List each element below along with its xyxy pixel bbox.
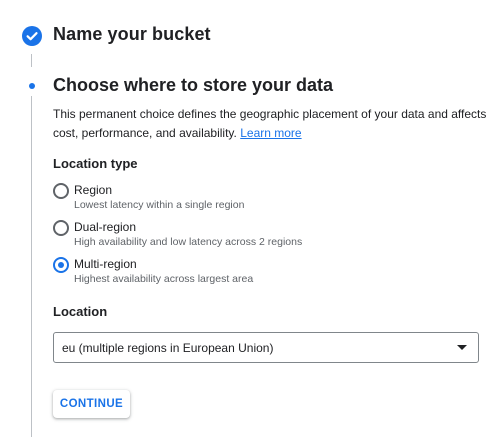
radio-button-region[interactable] [53, 183, 69, 199]
radio-sublabel-multi-region: Highest availability across largest area [74, 273, 254, 285]
active-step-dot [29, 83, 35, 89]
radio-sublabel-region: Lowest latency within a single region [74, 199, 245, 211]
radio-label-multi-region: Multi-region [74, 257, 137, 271]
step-storage-location-title: Choose where to store your data [53, 75, 334, 95]
radio-button-dual-region[interactable] [53, 220, 69, 236]
radio-label-dual-region: Dual-region [74, 220, 137, 234]
continue-button[interactable]: CONTINUE [53, 390, 130, 418]
create-bucket-stepper: Name your bucket Choose where to store y… [0, 0, 502, 437]
check-circle-icon [22, 26, 42, 46]
radio-label-region: Region [74, 183, 113, 197]
radio-button-multi-region[interactable] [53, 257, 69, 273]
location-select-value: eu (multiple regions in European Union) [62, 341, 274, 355]
step-description: This permanent choice defines the geogra… [53, 105, 493, 143]
stepper-connector [31, 96, 32, 437]
radio-option-region[interactable]: Region Lowest latency within a single re… [53, 182, 483, 219]
radio-sublabel-dual-region: High availability and low latency across… [74, 236, 303, 248]
dropdown-arrow-icon [457, 345, 467, 350]
location-type-label: Location type [53, 156, 138, 171]
location-label: Location [53, 304, 108, 319]
radio-option-multi-region[interactable]: Multi-region Highest availability across… [53, 256, 483, 293]
location-select[interactable]: eu (multiple regions in European Union) [53, 332, 479, 363]
step-name-bucket-title[interactable]: Name your bucket [53, 24, 211, 45]
radio-option-dual-region[interactable]: Dual-region High availability and low la… [53, 219, 483, 256]
learn-more-link[interactable]: Learn more [240, 126, 301, 140]
stepper-connector [31, 54, 32, 67]
location-type-radio-group: Region Lowest latency within a single re… [53, 182, 483, 293]
